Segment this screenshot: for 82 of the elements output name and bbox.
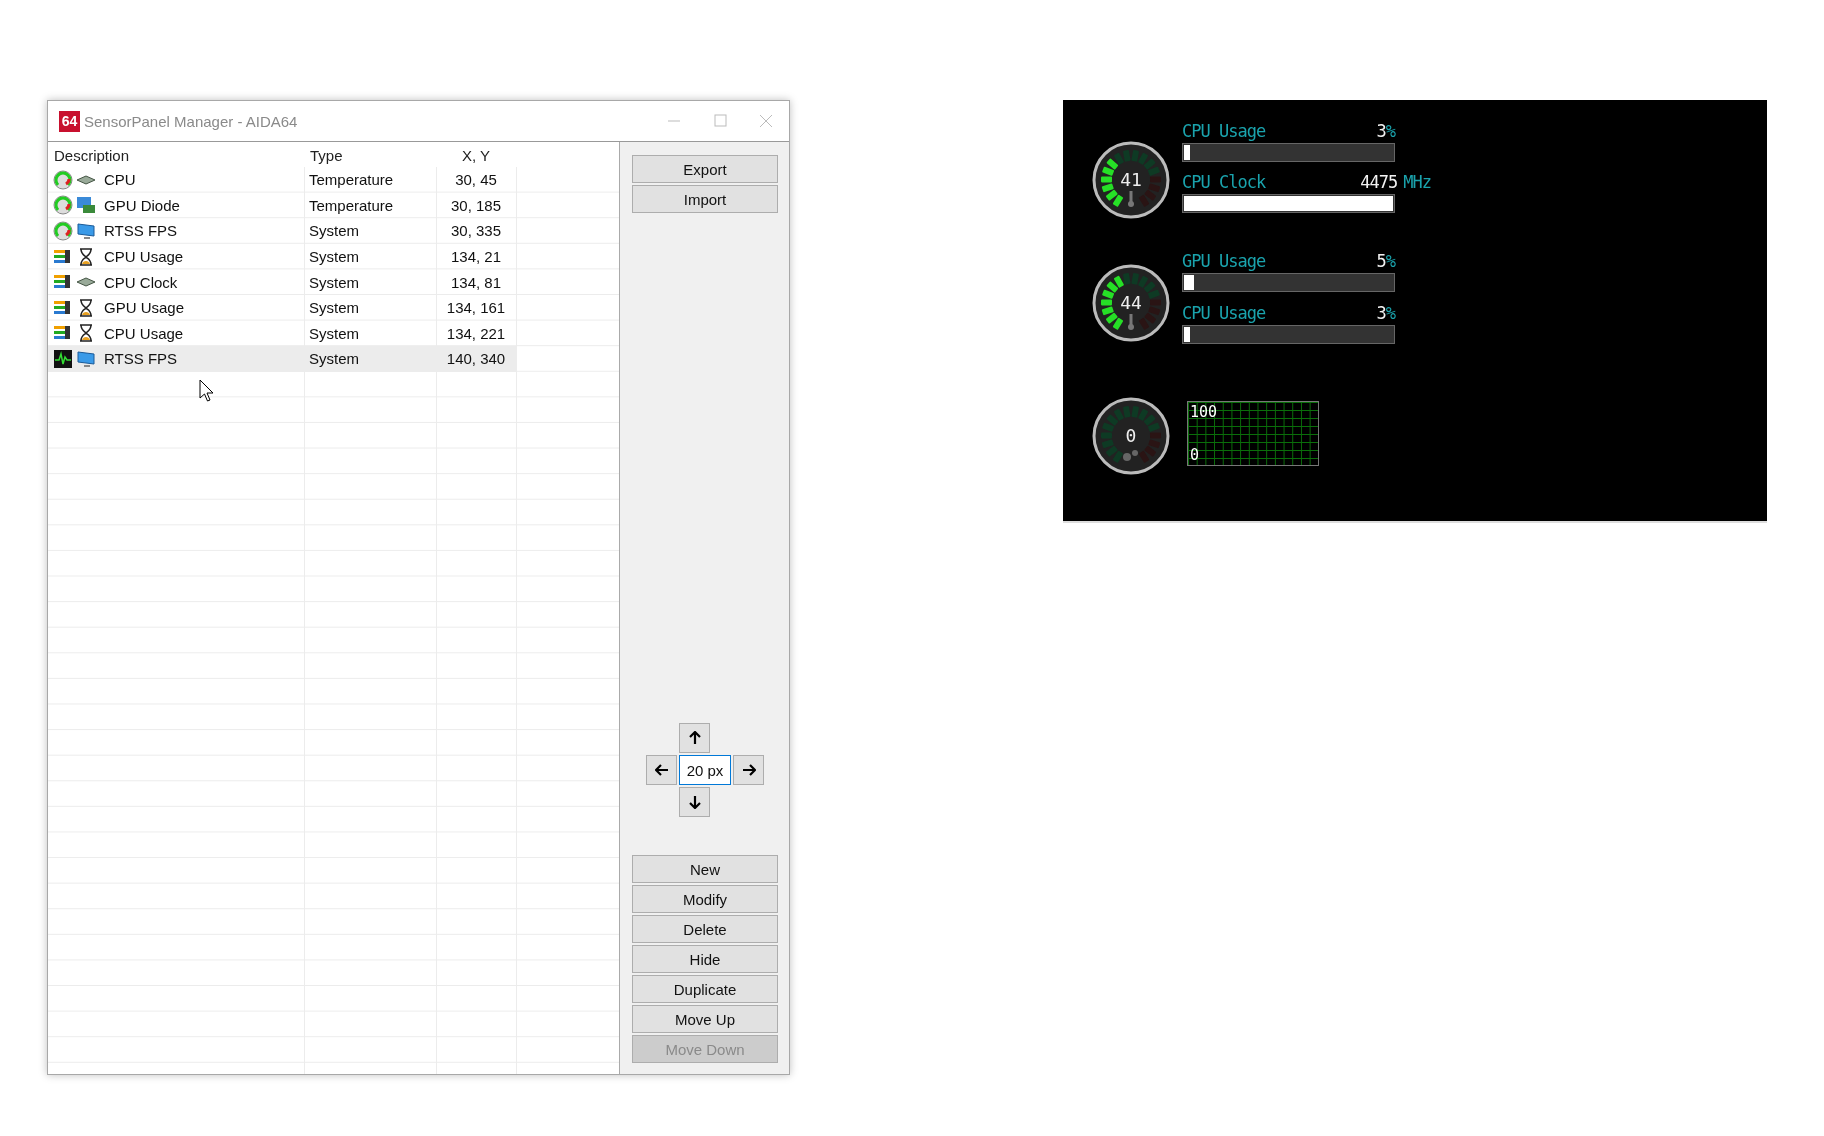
gauge-value: 0	[1125, 425, 1137, 446]
bar-label: CPU Clock	[1182, 172, 1267, 192]
table-cell-text: 30, 185	[449, 196, 502, 214]
table-cell-text: RTSS FPS	[103, 350, 179, 368]
gauge-value: 44	[1120, 292, 1142, 313]
bar-value: 5	[1376, 251, 1386, 271]
list-row[interactable]: CPU Usage System 134, 21	[48, 243, 516, 270]
table-cell-text: GPU Usage	[103, 299, 186, 317]
graph-icon	[53, 348, 73, 369]
bar-label: CPU Usage	[1182, 121, 1267, 141]
graphics-card-icon	[76, 195, 96, 216]
up-arrow-icon	[688, 731, 701, 745]
table-cell-text: System	[308, 273, 360, 291]
list-row[interactable]: GPU Usage System 134, 161	[48, 294, 516, 321]
window-title: SensorPanel Manager - AIDA64	[84, 112, 299, 130]
table-cell-text: 134, 221	[445, 324, 507, 342]
table-cell-text: CPU	[103, 171, 137, 189]
button[interactable]: Duplicate	[632, 975, 778, 1003]
button[interactable]: Modify	[632, 885, 778, 913]
gauge-icon	[53, 169, 73, 190]
gauge-scale	[1100, 405, 1162, 464]
bar-unit: %	[1385, 303, 1395, 323]
button[interactable]: Hide	[632, 945, 778, 973]
bar-unit: %	[1385, 121, 1395, 141]
graph-label: 0	[1190, 446, 1200, 464]
button[interactable]: Move Up	[632, 1005, 778, 1033]
list-row[interactable]: RTSS FPS System 30, 335	[48, 218, 516, 244]
button[interactable]: Import	[632, 185, 778, 213]
up-arrow-button[interactable]	[679, 723, 710, 753]
right-arrow-icon	[741, 764, 756, 776]
gauge-icon	[53, 221, 73, 241]
column-header[interactable]: Type	[304, 142, 436, 167]
list-row[interactable]: GPU Diode Temperature 30, 185	[48, 192, 516, 219]
table-cell-text: CPU Clock	[103, 273, 179, 291]
button[interactable]: Export	[632, 155, 778, 183]
table-cell-text: CPU Usage	[103, 248, 185, 266]
bar-label: GPU Usage	[1182, 251, 1267, 271]
list-row[interactable]: CPU Temperature 30, 45	[48, 167, 516, 193]
app-logo: 64	[59, 110, 80, 132]
down-arrow-icon	[688, 795, 701, 809]
monitor-icon	[76, 221, 96, 241]
table-cell-text: RTSS FPS	[103, 222, 179, 240]
list-row[interactable]: CPU Clock System 134, 81	[48, 269, 516, 295]
table-cell-text: Temperature	[308, 171, 395, 189]
column-header[interactable]: Description	[48, 142, 304, 167]
bar-value: 3	[1376, 121, 1386, 141]
table-cell-text: System	[308, 299, 360, 317]
list-row[interactable]: CPU Usage System 134, 221	[48, 320, 516, 347]
bar-unit: %	[1385, 251, 1395, 271]
table-cell-text: GPU Diode	[103, 196, 181, 214]
mouse-cursor-icon	[199, 379, 215, 403]
right-arrow-button[interactable]	[733, 755, 764, 785]
table-cell-text: CPU Usage	[103, 324, 185, 342]
thermometer-icon	[1128, 191, 1134, 207]
list-row[interactable]: RTSS FPS System 140, 340	[48, 346, 516, 372]
table-cell-text: System	[308, 324, 360, 342]
graph-label: 100	[1190, 403, 1218, 421]
left-arrow-button[interactable]	[646, 755, 677, 785]
table-cell-text: 140, 340	[445, 350, 507, 368]
table-cell-text: 30, 335	[449, 222, 502, 240]
gauge-value: 41	[1120, 169, 1142, 190]
table-cell-text: Temperature	[308, 196, 395, 214]
column-header[interactable]: X, Y	[436, 142, 516, 167]
table-cell-text: System	[308, 248, 360, 266]
table-cell-text: System	[308, 222, 360, 240]
table-cell-text: 30, 45	[454, 171, 498, 189]
table-cell-text: System	[308, 350, 360, 368]
left-arrow-icon	[654, 764, 669, 776]
table-cell-text: 134, 81	[449, 273, 502, 291]
table-cell-text: 134, 21	[449, 248, 502, 266]
gauge-icon	[53, 195, 73, 216]
step-field[interactable]: 20 px	[679, 755, 731, 785]
table-cell-text: 134, 161	[445, 299, 507, 317]
button[interactable]: Delete	[632, 915, 778, 943]
monitor-icon	[76, 348, 96, 369]
bar-label: CPU Usage	[1182, 303, 1267, 323]
down-arrow-button[interactable]	[679, 787, 710, 817]
thermometer-icon	[1128, 314, 1134, 330]
bar-value: 3	[1376, 303, 1386, 323]
bar-value: 4475	[1360, 172, 1398, 192]
bar-unit: MHz	[1403, 172, 1431, 192]
button[interactable]: New	[632, 855, 778, 883]
